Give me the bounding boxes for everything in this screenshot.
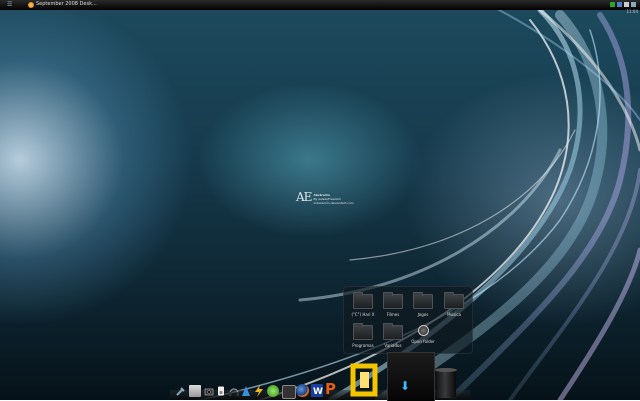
svg-text:P: P bbox=[325, 380, 336, 396]
tools-icon[interactable] bbox=[176, 386, 186, 396]
download-arrow-icon: ⬇ bbox=[400, 379, 411, 393]
trash-can-icon[interactable] bbox=[435, 368, 457, 398]
powerpoint-icon[interactable]: P bbox=[324, 380, 338, 396]
chat-bubble-icon[interactable] bbox=[267, 385, 279, 397]
folder-icon bbox=[413, 292, 433, 309]
firefox-icon[interactable] bbox=[296, 384, 309, 397]
downloads-stack[interactable] bbox=[387, 352, 435, 401]
taskbar-window-button[interactable]: September 2008 Desk... bbox=[28, 0, 97, 9]
folder-musica[interactable]: Música bbox=[439, 292, 469, 317]
folder-stack-panel: ("C") Hari X Filmes Jogos Música Program… bbox=[343, 286, 473, 354]
window-manager-icon[interactable] bbox=[189, 385, 201, 397]
folder-label: Filmes bbox=[386, 312, 400, 317]
folder-label: Música bbox=[447, 312, 461, 317]
folder-variados[interactable]: Variados bbox=[378, 323, 408, 348]
tray-network-icon[interactable] bbox=[610, 2, 615, 7]
open-folder-button[interactable]: Open folder bbox=[408, 323, 438, 344]
tray-app-icon[interactable] bbox=[617, 2, 622, 7]
top-taskbar: ☰ September 2008 Desk... bbox=[0, 0, 640, 10]
taskbar-window-title: September 2008 Desk... bbox=[36, 1, 97, 7]
folder-programas[interactable]: Programas bbox=[348, 323, 378, 348]
logo-line-3: indexación.deviantart.com bbox=[313, 201, 354, 205]
folder-label: Open folder bbox=[411, 339, 435, 344]
tray-volume-icon[interactable] bbox=[624, 2, 629, 7]
firefox-icon bbox=[28, 1, 34, 8]
tray-monitor-icon[interactable] bbox=[631, 2, 636, 7]
system-tray bbox=[610, 1, 636, 8]
folder-label: Variados bbox=[384, 343, 402, 348]
logo-mark: AE bbox=[296, 190, 312, 204]
folder-label: Programas bbox=[352, 343, 374, 348]
folder-icon bbox=[353, 323, 373, 340]
folder-icon bbox=[353, 292, 373, 309]
folder-label: Jogos bbox=[417, 312, 429, 317]
camera-icon[interactable] bbox=[204, 386, 214, 396]
folder-icon bbox=[383, 323, 403, 340]
start-menu-icon[interactable]: ☰ bbox=[7, 0, 12, 9]
clock[interactable]: 11:04 bbox=[626, 9, 638, 14]
wallpaper-logo: AE Abstracto By AsiaexFreedom indexación… bbox=[296, 191, 354, 205]
lightning-icon[interactable] bbox=[253, 385, 265, 397]
word-icon[interactable]: W bbox=[311, 384, 323, 397]
folder-hari-x[interactable]: ("C") Hari X bbox=[348, 292, 378, 317]
svg-text:W: W bbox=[313, 387, 323, 397]
folder-filmes[interactable]: Filmes bbox=[378, 292, 408, 317]
folder-icon bbox=[444, 292, 464, 309]
headphones-icon[interactable] bbox=[228, 385, 240, 397]
terminal-icon[interactable] bbox=[282, 385, 296, 399]
office-icon[interactable] bbox=[347, 362, 383, 398]
folder-jogos[interactable]: Jogos bbox=[408, 292, 438, 317]
ipod-icon[interactable] bbox=[216, 386, 226, 396]
open-folder-icon bbox=[417, 325, 429, 336]
folder-icon bbox=[383, 292, 403, 309]
folder-label: ("C") Hari X bbox=[351, 312, 375, 317]
azureus-frog-icon[interactable] bbox=[240, 385, 252, 397]
